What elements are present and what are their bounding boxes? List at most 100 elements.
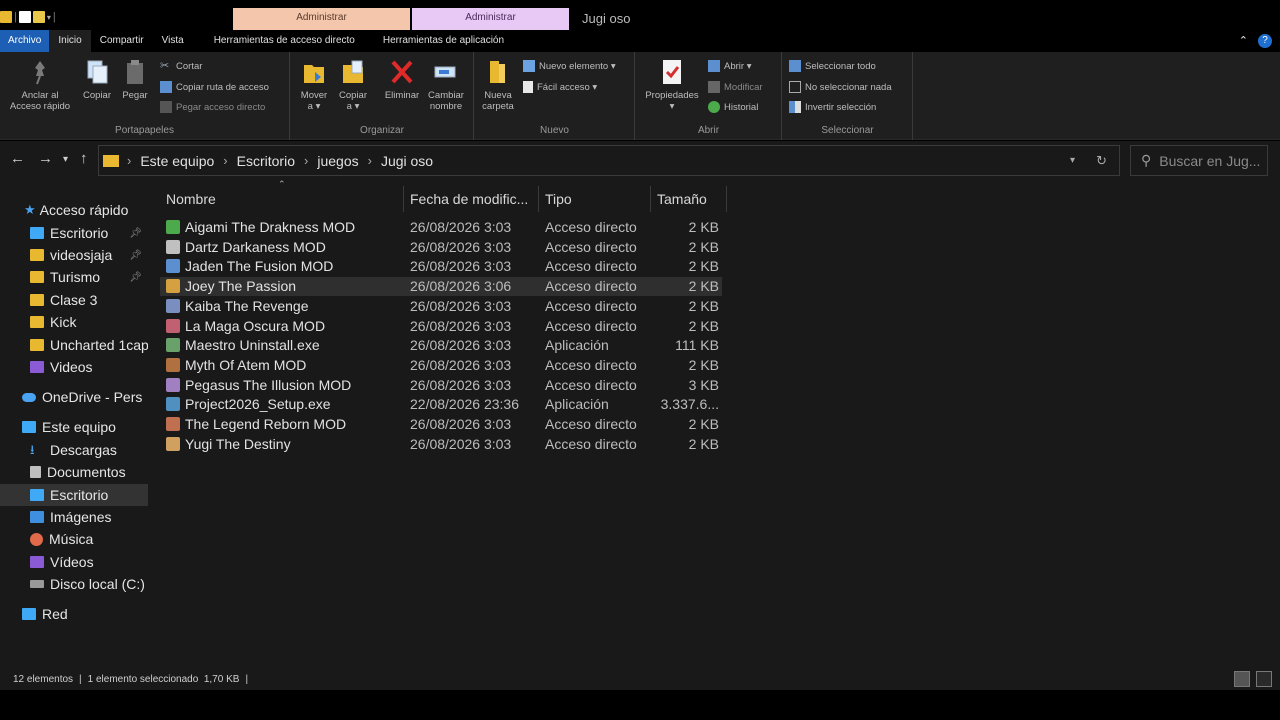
nav-onedrive[interactable]: OneDrive - Pers [0, 386, 148, 408]
file-name: Aigami The Drakness MOD [185, 219, 356, 235]
tab-home[interactable]: Inicio [49, 30, 91, 52]
delete-button[interactable]: Eliminar [380, 58, 424, 101]
details-view-icon[interactable] [1234, 671, 1250, 687]
file-icon [166, 259, 180, 274]
edit-button[interactable]: Modificar [708, 81, 763, 93]
file-row[interactable]: Dartz Darkaness MOD 26/08/2026 3:03 Acceso… [160, 238, 722, 257]
file-name: Pegasus The Illusion MOD [185, 376, 352, 393]
tab-share[interactable]: Compartir [91, 30, 153, 52]
cut-button[interactable]: ✂ Cortar [160, 60, 202, 72]
tab-file[interactable]: Archivo [0, 30, 50, 52]
file-row[interactable]: Joey The Passion 26/08/2026 3:06 Acceso di… [160, 277, 722, 297]
file-date: 26/08/2026 3:03 [410, 416, 512, 432]
title-bar: | ▾ | Administrar Administrar Jugi oso [0, 8, 1280, 30]
nav-item-uncharted[interactable]: Uncharted 1cap [0, 334, 148, 356]
new-item-button[interactable]: Nuevo elemento ▾ [523, 60, 616, 72]
nav-item-videos-quick[interactable]: Videos [0, 356, 148, 378]
select-all-icon [789, 60, 801, 72]
file-row[interactable]: Aigami The Drakness MOD 26/08/2026 3:03 Ac… [160, 218, 722, 237]
file-row[interactable]: Project2026_Setup.exe 22/08/2026 23:36 Apl… [160, 395, 722, 414]
copy-path-button[interactable]: Copiar ruta de acceso [160, 81, 269, 93]
nav-item-disco-local[interactable]: Disco local (C:) [0, 573, 148, 595]
file-row[interactable]: La Maga Oscura MOD 26/08/2026 3:03 Acceso … [160, 317, 722, 336]
rename-button[interactable]: Cambiar nombre [424, 58, 468, 112]
nav-quick-access[interactable]: ★ Acceso rápido [0, 199, 148, 221]
file-type: Acceso directo [545, 238, 637, 255]
breadcrumb-this-pc[interactable]: Este equipo [140, 153, 214, 169]
column-header-date[interactable]: Fecha de modific... [404, 186, 539, 212]
pin-quick-access-button[interactable]: Anclar al Acceso rápido [6, 58, 74, 112]
folder-icon [0, 11, 12, 23]
file-icon [166, 318, 180, 333]
nav-item-documentos[interactable]: Documentos [0, 461, 148, 483]
file-type: Acceso directo [545, 278, 637, 295]
refresh-icon[interactable]: ↻ [1096, 153, 1107, 169]
network-icon [22, 608, 36, 620]
properties-button[interactable]: Propiedades ▾ [640, 58, 704, 112]
copy-to-button[interactable]: Copiar a ▾ [334, 58, 372, 112]
paste-icon [122, 58, 148, 86]
nav-item-musica[interactable]: Música [0, 528, 148, 550]
desktop-icon [30, 489, 44, 501]
qat-dropdown-icon[interactable]: ▾ [47, 13, 51, 22]
nav-item-escritorio[interactable]: Escritorio 📌︎ [0, 222, 148, 244]
nav-item-imagenes[interactable]: Imágenes [0, 506, 148, 528]
address-bar[interactable]: › Este equipo › Escritorio › juegos › Ju… [98, 145, 1120, 176]
breadcrumb-desktop[interactable]: Escritorio [237, 153, 295, 169]
file-row[interactable]: Jaden The Fusion MOD 26/08/2026 3:03 Acces… [160, 257, 722, 276]
file-row[interactable]: The Legend Reborn MOD 26/08/2026 3:03 Acce… [160, 415, 722, 434]
column-header-type[interactable]: Tipo [539, 186, 651, 212]
column-header-size[interactable]: Tamaño [651, 186, 727, 212]
file-icon [166, 397, 180, 412]
copy-to-icon [340, 58, 366, 86]
recent-locations-icon[interactable]: ▾ [63, 154, 68, 165]
easy-access-button[interactable]: Fácil acceso ▾ [523, 81, 597, 93]
back-arrow-icon[interactable]: ← [10, 150, 25, 167]
cloud-icon [22, 392, 36, 402]
file-row[interactable]: Myth Of Atem MOD 26/08/2026 3:03 Acceso di… [160, 356, 722, 375]
forward-arrow-icon[interactable]: → [38, 150, 53, 167]
breadcrumb-current[interactable]: Jugi oso [381, 153, 433, 169]
invert-selection-button[interactable]: Invertir selección [789, 101, 876, 113]
context-tab-shortcut-tools[interactable]: Administrar [233, 8, 410, 30]
select-all-button[interactable]: Seleccionar todo [789, 60, 876, 72]
nav-item-escritorio-pc[interactable]: Escritorio [0, 484, 148, 506]
search-input[interactable]: ⚲ Buscar en Jug... [1130, 145, 1268, 176]
tab-view[interactable]: Vista [153, 30, 193, 52]
file-row[interactable]: Yugi The Destiny 26/08/2026 3:03 Acceso di… [160, 435, 722, 454]
breadcrumb-juegos[interactable]: juegos [317, 153, 358, 169]
file-row[interactable]: Pegasus The Illusion MOD 26/08/2026 3:03 A… [160, 376, 722, 395]
file-name: Joey The Passion [185, 278, 297, 295]
nav-network[interactable]: Red [0, 603, 148, 625]
file-row[interactable]: Kaiba The Revenge 26/08/2026 3:03 Acceso d… [160, 297, 722, 316]
properties-qat-icon[interactable] [18, 11, 31, 23]
file-type: Acceso directo [545, 356, 637, 373]
collapse-ribbon-icon[interactable]: ⌃ [1239, 34, 1248, 48]
tab-app-tools[interactable]: Herramientas de aplicación [374, 30, 513, 52]
copy-button[interactable]: Copiar [78, 58, 116, 101]
large-icons-view-icon[interactable] [1256, 671, 1272, 687]
column-header-name[interactable]: Nombre [160, 186, 404, 212]
history-button[interactable]: Historial [708, 101, 758, 113]
up-arrow-icon[interactable]: ↑ [80, 150, 88, 167]
address-dropdown-icon[interactable]: ▾ [1070, 155, 1075, 166]
paste-shortcut-button[interactable]: Pegar acceso directo [160, 101, 265, 113]
nav-item-videosjaja[interactable]: videosjaja 📌︎ [0, 244, 148, 266]
file-icon [166, 338, 180, 353]
open-button[interactable]: Abrir ▾ [708, 60, 751, 72]
new-folder-qat-icon[interactable] [32, 11, 45, 23]
paste-button[interactable]: Pegar [118, 58, 152, 101]
context-tab-app-tools[interactable]: Administrar [412, 8, 569, 30]
nav-item-videos-pc[interactable]: Vídeos [0, 551, 148, 573]
move-to-button[interactable]: Mover a ▾ [295, 58, 333, 112]
nav-item-kick[interactable]: Kick [0, 311, 148, 333]
tab-shortcut-tools[interactable]: Herramientas de acceso directo [205, 30, 364, 52]
file-row[interactable]: Maestro Uninstall.exe 26/08/2026 3:03 Apli… [160, 336, 722, 355]
help-icon[interactable]: ? [1258, 34, 1272, 48]
nav-item-descargas[interactable]: ⭳ Descargas [0, 439, 148, 461]
nav-item-turismo[interactable]: Turismo 📌︎ [0, 266, 148, 288]
nav-item-clase3[interactable]: Clase 3 [0, 289, 148, 311]
select-none-button[interactable]: No seleccionar nada [789, 81, 892, 93]
new-folder-button[interactable]: Nueva carpeta [479, 58, 517, 112]
nav-this-pc[interactable]: Este equipo [0, 416, 148, 438]
